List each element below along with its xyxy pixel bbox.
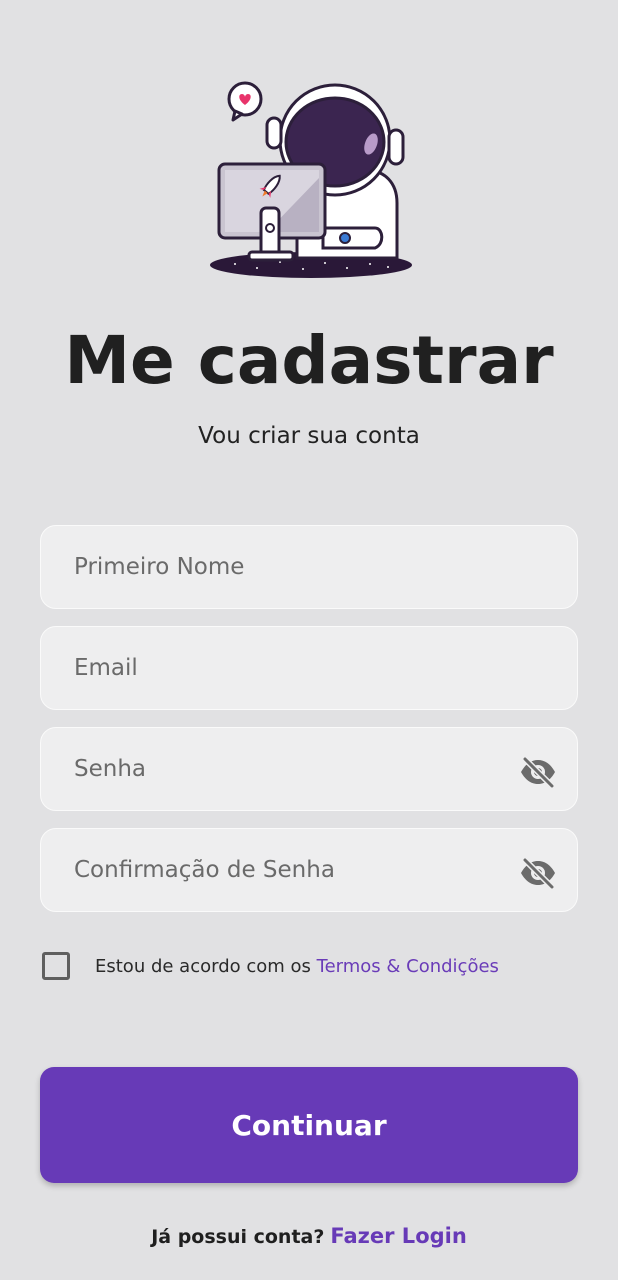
email-input[interactable] [41,627,577,709]
page-subtitle: Vou criar sua conta [198,423,420,449]
email-field[interactable] [40,626,578,710]
heart-bubble-icon [227,81,263,122]
login-prompt: Já possui conta? Fazer Login [0,1224,618,1248]
terms-link[interactable]: Termos & Condições [317,956,499,977]
first-name-field[interactable] [40,525,578,609]
password-confirm-field[interactable] [40,828,578,912]
page-title: Me cadastrar [64,322,554,399]
eye-off-icon[interactable] [519,857,557,889]
login-question: Já possui conta? [151,1226,325,1248]
eye-off-icon[interactable] [519,756,557,788]
terms-checkbox[interactable] [42,952,70,980]
terms-label: Estou de acordo com os Termos & Condiçõe… [95,956,499,977]
password-input[interactable] [41,728,577,810]
password-field[interactable] [40,727,578,811]
terms-text: Estou de acordo com os [95,955,317,977]
terms-row: Estou de acordo com os Termos & Condiçõe… [42,951,499,981]
continue-button[interactable]: Continuar [40,1067,578,1183]
password-confirm-input[interactable] [41,829,577,911]
signup-screen: Me cadastrar Vou criar sua conta Estou d… [0,0,618,1280]
first-name-input[interactable] [41,526,577,608]
login-link[interactable]: Fazer Login [330,1224,466,1248]
astronaut-illustration [210,81,412,278]
